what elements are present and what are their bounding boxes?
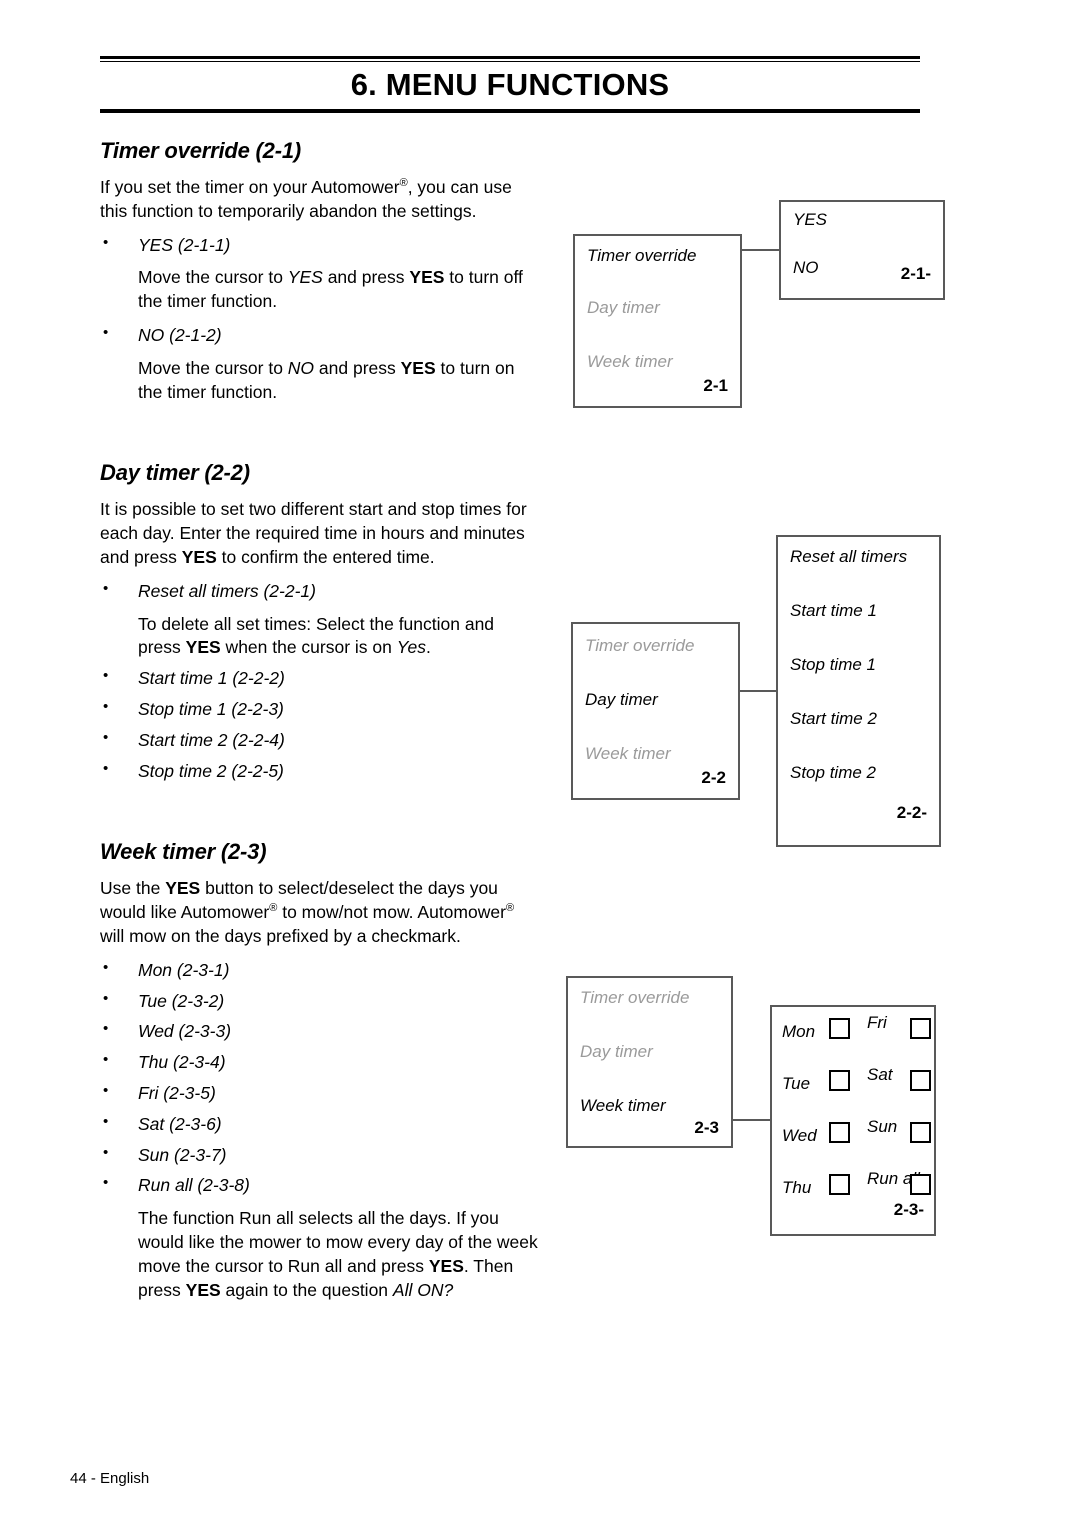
bullet-label: Wed (2-3-3) xyxy=(138,1021,232,1042)
list-item: Tue (2-3-2) xyxy=(100,989,540,1014)
menu-item-yes[interactable]: YES xyxy=(793,210,827,230)
page-title: 6. MENU FUNCTIONS xyxy=(350,67,670,102)
menu-item-start-time-2[interactable]: Start time 2 xyxy=(790,709,877,729)
menu-item-stop-time-1[interactable]: Stop time 1 xyxy=(790,655,876,675)
bullet-label: Start time 2 (2-2-4) xyxy=(138,729,285,750)
bullet-list-day-timer: Reset all timers (2-2-1) To delete all s… xyxy=(100,579,540,784)
list-item: Stop time 1 (2-2-3) xyxy=(100,697,540,722)
bullet-label: Tue (2-3-2) xyxy=(138,990,225,1011)
menu-item-week-timer[interactable]: Week timer xyxy=(585,744,671,764)
section-intro-day-timer: It is possible to set two different star… xyxy=(100,499,527,567)
section-heading-timer-override: Timer override (2-1) xyxy=(100,138,302,163)
bullet-body: Move the cursor to NO and press YES to t… xyxy=(138,357,515,402)
menu-item-reset-all-timers[interactable]: Reset all timers xyxy=(790,547,907,567)
diagram-day-timer-left-box: Timer override Day timer Week timer 2-2 xyxy=(571,622,740,800)
menu-code-label: 2-1 xyxy=(703,376,728,395)
bullet-label: Fri (2-3-5) xyxy=(138,1082,216,1103)
menu-code-label: 2-2 xyxy=(701,768,726,787)
section-intro-week-timer: Use the YES button to select/deselect th… xyxy=(100,878,515,946)
menu-item-sat[interactable]: Sat xyxy=(867,1065,893,1085)
menu-item-thu[interactable]: Thu xyxy=(782,1178,811,1198)
connector-timer-override xyxy=(742,249,779,251)
bullet-body: The function Run all selects all the day… xyxy=(138,1208,538,1300)
checkbox-wed[interactable] xyxy=(829,1122,850,1143)
checkbox-sun[interactable] xyxy=(910,1122,931,1143)
list-item: NO (2-1-2) Move the cursor to NO and pre… xyxy=(100,323,540,404)
list-item: Mon (2-3-1) xyxy=(100,958,540,983)
bullet-label: Reset all timers (2-2-1) xyxy=(138,580,316,601)
menu-item-timer-override[interactable]: Timer override xyxy=(580,988,689,1008)
page-footer: 44 - English xyxy=(70,1470,150,1487)
header-rule-bottom xyxy=(100,108,920,113)
menu-item-week-timer[interactable]: Week timer xyxy=(587,352,673,372)
menu-item-day-timer[interactable]: Day timer xyxy=(587,298,660,318)
section-heading-day-timer: Day timer (2-2) xyxy=(100,460,250,486)
bullet-label: Run all (2-3-8) xyxy=(138,1175,250,1196)
list-item: Sun (2-3-7) xyxy=(100,1143,540,1168)
menu-item-day-timer[interactable]: Day timer xyxy=(585,690,658,710)
diagram-timer-override-left-box: Timer override Day timer Week timer 2-1 xyxy=(573,234,742,408)
menu-code-label: 2-1- xyxy=(900,264,931,283)
menu-code-label: 2-3- xyxy=(893,1200,924,1219)
menu-item-mon[interactable]: Mon xyxy=(782,1022,815,1042)
menu-item-week-timer[interactable]: Week timer xyxy=(580,1096,666,1116)
list-item: YES (2-1-1) Move the cursor to YES and p… xyxy=(100,233,540,314)
bullet-label: Mon (2-3-1) xyxy=(138,959,230,980)
list-item: Thu (2-3-4) xyxy=(100,1050,540,1075)
bullet-label: NO (2-1-2) xyxy=(138,324,222,345)
menu-item-stop-time-2[interactable]: Stop time 2 xyxy=(790,763,876,783)
diagram-week-timer-right-box: Mon Tue Wed Thu Fri Sat Sun Run all 2-3- xyxy=(770,1005,936,1236)
list-item: Stop time 2 (2-2-5) xyxy=(100,759,540,784)
checkbox-thu[interactable] xyxy=(829,1174,850,1195)
bullet-body: Move the cursor to YES and press YES to … xyxy=(138,267,523,312)
bullet-label: Start time 1 (2-2-2) xyxy=(138,668,285,689)
section-intro-timer-override: If you set the timer on your Automower®,… xyxy=(100,177,512,221)
diagram-day-timer-right-box: Reset all timers Start time 1 Stop time … xyxy=(776,535,941,847)
menu-code-label: 2-3 xyxy=(694,1118,719,1137)
checkbox-fri[interactable] xyxy=(910,1018,931,1039)
menu-item-tue[interactable]: Tue xyxy=(782,1074,810,1094)
menu-item-timer-override[interactable]: Timer override xyxy=(585,636,694,656)
diagram-timer-override-right-box: YES NO 2-1- xyxy=(779,200,945,300)
diagram-week-timer-left-box: Timer override Day timer Week timer 2-3 xyxy=(566,976,733,1148)
checkbox-tue[interactable] xyxy=(829,1070,850,1091)
bullet-list-week-timer: Mon (2-3-1) Tue (2-3-2) Wed (2-3-3) Thu … xyxy=(100,958,540,1303)
menu-item-sun[interactable]: Sun xyxy=(867,1117,897,1137)
header-rule-top xyxy=(100,56,920,59)
menu-item-timer-override[interactable]: Timer override xyxy=(587,246,696,266)
bullet-label: Stop time 1 (2-2-3) xyxy=(138,698,284,719)
bullet-label: Thu (2-3-4) xyxy=(138,1052,226,1073)
menu-item-start-time-1[interactable]: Start time 1 xyxy=(790,601,877,621)
bullet-label: Stop time 2 (2-2-5) xyxy=(138,760,284,781)
bullet-label: Sat (2-3-6) xyxy=(138,1113,222,1134)
bullet-list-timer-override: YES (2-1-1) Move the cursor to YES and p… xyxy=(100,233,540,405)
checkbox-mon[interactable] xyxy=(829,1018,850,1039)
connector-week-timer xyxy=(733,1119,770,1121)
list-item: Start time 1 (2-2-2) xyxy=(100,666,540,691)
list-item: Fri (2-3-5) xyxy=(100,1081,540,1106)
section-heading-week-timer: Week timer (2-3) xyxy=(100,839,267,865)
checkbox-run-all[interactable] xyxy=(910,1174,931,1195)
list-item: Run all (2-3-8) The function Run all sel… xyxy=(100,1173,540,1302)
menu-item-fri[interactable]: Fri xyxy=(867,1013,887,1033)
chapter-header: 6. MENU FUNCTIONS xyxy=(100,56,920,113)
list-item: Start time 2 (2-2-4) xyxy=(100,728,540,753)
list-item: Sat (2-3-6) xyxy=(100,1112,540,1137)
checkbox-sat[interactable] xyxy=(910,1070,931,1091)
list-item: Reset all timers (2-2-1) To delete all s… xyxy=(100,579,540,660)
connector-day-timer xyxy=(740,690,776,692)
bullet-body: To delete all set times: Select the func… xyxy=(138,613,495,658)
bullet-label: YES (2-1-1) xyxy=(138,234,231,255)
menu-code-label: 2-2- xyxy=(896,803,927,822)
list-item: Wed (2-3-3) xyxy=(100,1019,540,1044)
menu-item-day-timer[interactable]: Day timer xyxy=(580,1042,653,1062)
menu-item-wed[interactable]: Wed xyxy=(782,1126,817,1146)
bullet-label: Sun (2-3-7) xyxy=(138,1144,227,1165)
main-text-column: Timer override (2-1) If you set the time… xyxy=(100,138,540,1302)
menu-item-no[interactable]: NO xyxy=(793,258,819,278)
